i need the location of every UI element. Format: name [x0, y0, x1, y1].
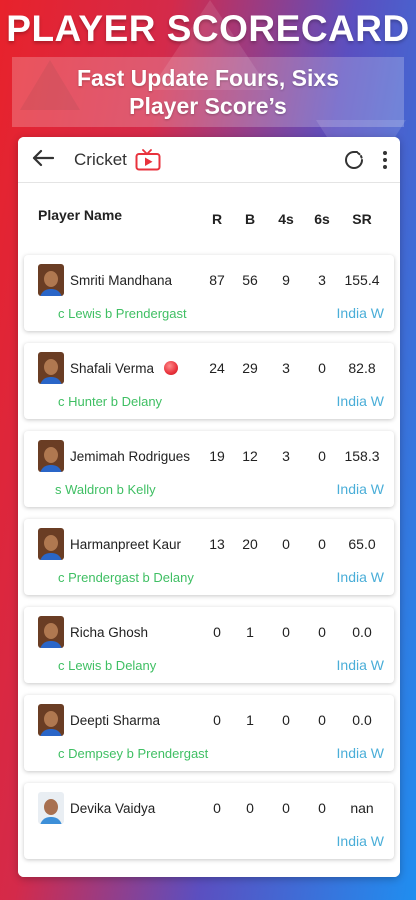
player-balls: 1	[246, 712, 254, 728]
player-strike-rate: nan	[350, 800, 374, 816]
player-balls: 56	[242, 272, 258, 288]
promo-subline: Player Score’s	[129, 93, 287, 119]
player-fours: 9	[282, 272, 290, 288]
more-vert-icon[interactable]	[382, 150, 388, 169]
player-sixes: 0	[318, 712, 326, 728]
player-dismissal: s Waldron b Kelly	[55, 481, 156, 497]
player-name: Jemimah Rodrigues	[70, 448, 191, 464]
table-header: Player Name R B 4s 6s SR	[24, 183, 394, 255]
player-team: India W	[336, 305, 384, 321]
app-bar: Cricket	[18, 137, 400, 183]
player-fours: 3	[282, 448, 290, 464]
scorecard-content: Player Name R B 4s 6s SR Smriti Mandhana…	[18, 183, 400, 877]
player-name: Richa Ghosh	[70, 624, 149, 640]
player-sixes: 3	[318, 272, 326, 288]
player-team: India W	[336, 833, 384, 849]
player-fours: 0	[282, 800, 290, 816]
player-row[interactable]: Richa Ghosh 0 1 0 0 0.0 c Lewis b Delany…	[24, 607, 394, 683]
header-sixes: 6s	[314, 211, 330, 227]
player-avatar	[38, 352, 64, 384]
header-fours: 4s	[278, 211, 294, 227]
player-fours: 3	[282, 360, 290, 376]
player-balls: 1	[246, 624, 254, 640]
player-dismissal: c Lewis b Delany	[58, 657, 157, 673]
player-balls: 0	[246, 800, 254, 816]
player-team: India W	[336, 745, 384, 761]
player-team: India W	[336, 481, 384, 497]
tv-play-icon[interactable]	[135, 148, 161, 171]
player-row[interactable]: Smriti Mandhana 87 56 9 3 155.4 c Lewis …	[24, 255, 394, 331]
player-team: India W	[336, 569, 384, 585]
header-runs: R	[211, 211, 223, 227]
player-dismissal: c Hunter b Delany	[58, 393, 163, 409]
player-sixes: 0	[318, 448, 326, 464]
player-fours: 0	[282, 712, 290, 728]
player-strike-rate: 0.0	[352, 624, 372, 640]
player-avatar	[38, 264, 64, 296]
player-strike-rate: 155.4	[344, 272, 380, 288]
player-runs: 24	[209, 360, 225, 376]
header-balls: B	[244, 211, 256, 227]
player-balls: 29	[242, 360, 258, 376]
player-runs: 0	[213, 624, 221, 640]
player-row[interactable]: Harmanpreet Kaur 13 20 0 0 65.0 c Prende…	[24, 519, 394, 595]
live-ball-icon	[164, 361, 179, 375]
player-strike-rate: 158.3	[344, 448, 380, 464]
back-arrow-icon[interactable]	[32, 147, 66, 173]
player-row[interactable]: Jemimah Rodrigues 19 12 3 0 158.3 s Wald…	[24, 431, 394, 507]
player-strike-rate: 82.8	[348, 360, 376, 376]
header-strike-rate: SR	[352, 211, 372, 227]
player-sixes: 0	[318, 800, 326, 816]
player-dismissal: c Lewis b Prendergast	[58, 305, 187, 321]
player-avatar	[38, 704, 64, 736]
player-name: Shafali Verma	[70, 361, 202, 376]
header-player-name: Player Name	[38, 207, 123, 223]
player-sixes: 0	[318, 536, 326, 552]
promo-headline: PLAYER SCORECARD	[6, 8, 410, 49]
player-runs: 0	[213, 800, 221, 816]
player-dismissal: c Prendergast b Delany	[58, 569, 194, 585]
player-name: Harmanpreet Kaur	[70, 536, 182, 552]
player-sixes: 0	[318, 624, 326, 640]
player-runs: 0	[213, 712, 221, 728]
refresh-icon[interactable]	[342, 148, 366, 172]
player-runs: 19	[209, 448, 225, 464]
player-runs: 13	[209, 536, 225, 552]
player-sixes: 0	[318, 360, 326, 376]
app-screen: Cricket Player Name R B 4s 6s SR Smriti …	[18, 137, 400, 877]
promo-subline: Fast Update Fours, Sixs	[76, 65, 339, 91]
player-avatar	[38, 792, 64, 824]
player-team: India W	[336, 393, 384, 409]
player-fours: 0	[282, 624, 290, 640]
app-title: Cricket	[74, 149, 127, 169]
player-runs: 87	[209, 272, 225, 288]
player-name: Deepti Sharma	[70, 712, 161, 728]
player-strike-rate: 65.0	[348, 536, 376, 552]
player-name: Devika Vaidya	[70, 800, 156, 816]
player-avatar	[38, 616, 64, 648]
player-strike-rate: 0.0	[352, 712, 372, 728]
player-dismissal: c Dempsey b Prendergast	[58, 745, 209, 761]
player-row[interactable]: Shafali Verma 24 29 3 0 82.8 c Hunter b …	[24, 343, 394, 419]
player-team: India W	[336, 657, 384, 673]
player-row[interactable]: Deepti Sharma 0 1 0 0 0.0 c Dempsey b Pr…	[24, 695, 394, 771]
player-fours: 0	[282, 536, 290, 552]
player-avatar	[38, 440, 64, 472]
player-name: Smriti Mandhana	[70, 272, 173, 288]
player-balls: 12	[242, 448, 258, 464]
player-avatar	[38, 528, 64, 560]
player-row[interactable]: Devika Vaidya 0 0 0 0 nan India W	[24, 783, 394, 859]
promo-subbanner: Fast Update Fours, Sixs Player Score’s	[12, 57, 404, 127]
player-balls: 20	[242, 536, 258, 552]
